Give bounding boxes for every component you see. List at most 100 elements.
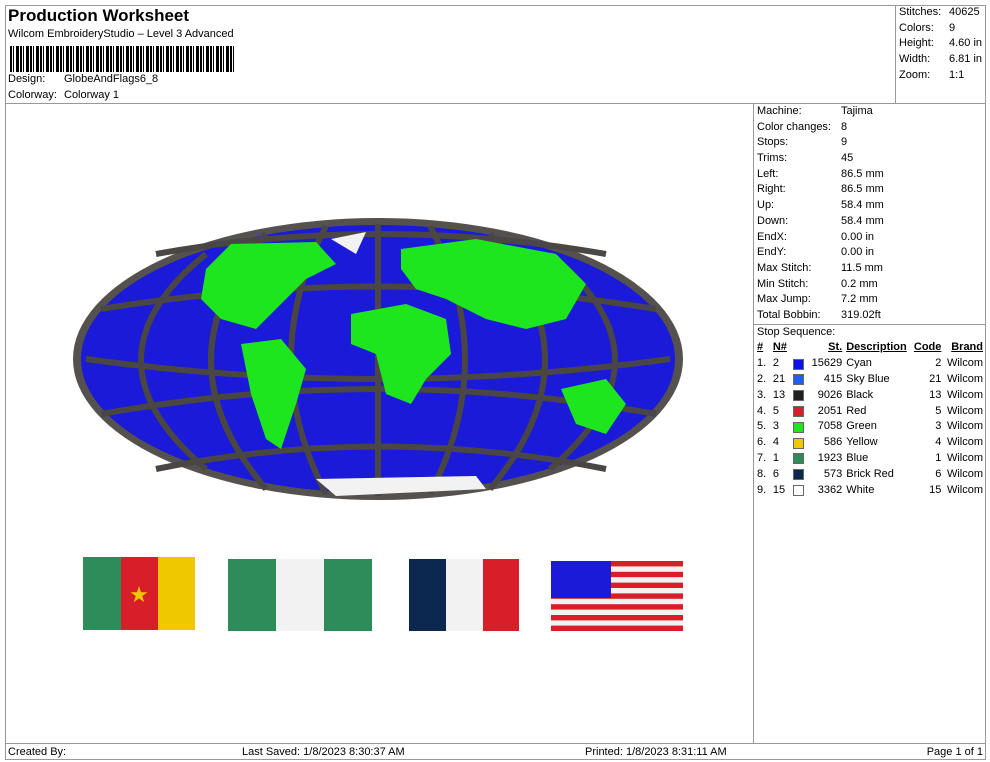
stat-row: Machine: Tajima — [757, 104, 983, 120]
stat-row: Colors: 9 — [899, 21, 983, 37]
needle-number: 13 — [772, 388, 786, 401]
thread-code: 1 — [935, 452, 942, 464]
stat-row: Height: 4.60 in — [899, 36, 983, 52]
stop-index: 2. — [757, 373, 767, 386]
machine-stats: Machine: Tajima Color changes: 8 Stops: 9 Trim… — [754, 104, 986, 325]
stat-value: 45 — [841, 152, 854, 165]
thread-code: 5 — [935, 404, 942, 417]
stitch-count: 7058 — [817, 420, 843, 433]
stat-value: 0.00 in — [841, 230, 875, 243]
needle-number: 15 — [772, 483, 786, 496]
color-description: Blue — [846, 452, 869, 464]
colorway-label: Colorway: — [8, 89, 57, 101]
last-saved: Last Saved: 1/8/2023 8:30:37 AM — [242, 746, 405, 758]
stat-label: Width: — [899, 53, 931, 66]
stitch-count: 3362 — [817, 483, 843, 496]
stat-row: Trims: 45 — [757, 151, 983, 167]
stat-label: Total Bobbin: — [757, 308, 821, 321]
thread-brand: Wilcom — [946, 436, 983, 449]
stitch-count: 15629 — [811, 357, 843, 370]
stat-label: EndX: — [757, 230, 787, 243]
needle-number: 1 — [772, 452, 779, 464]
stop-row: 3. 13 9026 Black 13 Wilcom — [757, 388, 983, 404]
stat-label: Up: — [757, 199, 775, 212]
color-description: Cyan — [846, 357, 872, 370]
stat-label: EndY: — [757, 246, 787, 259]
color-description: Sky Blue — [846, 373, 890, 386]
footer: Created By: Last Saved: 1/8/2023 8:30:37… — [5, 743, 986, 760]
stop-row: 5. 3 7058 Green 3 Wilcom — [757, 419, 983, 435]
stat-row: Stitches: 40625 — [899, 5, 983, 21]
stat-label: Color changes: — [757, 120, 831, 133]
stat-value: Tajima — [841, 105, 873, 117]
stat-label: Max Stitch: — [757, 261, 812, 274]
needle-number: 3 — [772, 420, 779, 433]
stop-index: 5. — [757, 420, 767, 433]
thread-code: 13 — [929, 388, 942, 401]
color-swatch — [792, 406, 804, 417]
stat-label: Down: — [757, 214, 789, 227]
stitch-count: 1923 — [817, 452, 843, 464]
stop-row: 4. 5 2051 Red 5 Wilcom — [757, 404, 983, 420]
stat-value: 58.4 mm — [841, 214, 884, 227]
stat-value: 0.00 in — [841, 246, 875, 259]
header: Production Worksheet Wilcom EmbroiderySt… — [5, 5, 895, 104]
stat-row: Left: 86.5 mm — [757, 167, 983, 183]
design-row: Design: GlobeAndFlags6_8 — [8, 73, 158, 85]
stat-row: Stops: 9 — [757, 135, 983, 151]
stop-sequence-header: # N# St. Description Code Brand — [757, 340, 983, 356]
thread-code: 3 — [935, 420, 942, 433]
thread-code: 4 — [935, 436, 942, 449]
stat-value: 319.02ft — [841, 308, 881, 321]
stat-label: Trims: — [757, 152, 788, 165]
color-swatch — [792, 453, 804, 465]
col-description: Description — [846, 341, 907, 354]
stat-row: Down: 58.4 mm — [757, 214, 983, 230]
thread-brand: Wilcom — [946, 452, 983, 464]
thread-brand: Wilcom — [946, 357, 983, 370]
color-description: White — [846, 483, 875, 496]
stitch-count: 573 — [823, 467, 843, 480]
thread-brand: Wilcom — [946, 404, 983, 417]
thread-code: 21 — [929, 373, 942, 386]
color-description: Brick Red — [846, 467, 894, 480]
color-description: Black — [846, 388, 874, 401]
flag-usa — [551, 561, 683, 631]
stat-value: 4.60 in — [949, 37, 983, 50]
stat-value: 7.2 mm — [841, 293, 878, 306]
stat-row: Color changes: 8 — [757, 120, 983, 136]
created-by: Created By: — [8, 746, 67, 758]
printed-date: Printed: 1/8/2023 8:31:11 AM — [585, 746, 727, 758]
color-description: Yellow — [846, 436, 878, 449]
stat-value: 9 — [841, 136, 848, 149]
stat-label: Max Jump: — [757, 293, 811, 306]
stats-panel: Machine: Tajima Color changes: 8 Stops: 9 Trim… — [753, 104, 986, 743]
thread-brand: Wilcom — [946, 483, 983, 496]
stop-row: 6. 4 586 Yellow 4 Wilcom — [757, 435, 983, 451]
stat-row: Right: 86.5 mm — [757, 182, 983, 198]
design-preview: ★ — [6, 104, 753, 743]
col-needle: N# — [772, 341, 787, 354]
barcode — [10, 46, 236, 72]
stop-index: 6. — [757, 436, 767, 449]
stop-sequence-title: Stop Sequence: — [757, 325, 836, 338]
stop-sequence: Stop Sequence: # N# St. Description Code… — [754, 325, 986, 499]
stat-value: 40625 — [949, 6, 980, 18]
needle-number: 4 — [772, 436, 779, 449]
stop-index: 3. — [757, 388, 767, 401]
needle-number: 5 — [772, 404, 779, 417]
stat-label: Zoom: — [899, 68, 931, 81]
page-title: Production Worksheet — [8, 6, 190, 25]
thread-brand: Wilcom — [946, 388, 983, 401]
stat-row: Max Jump: 7.2 mm — [757, 292, 983, 308]
color-swatch — [792, 374, 804, 386]
flag-france — [409, 559, 519, 631]
summary-box: Stitches: 40625 Colors: 9 Height: 4.60 in Widt… — [895, 5, 986, 104]
stat-value: 9 — [949, 21, 956, 34]
thread-code: 6 — [935, 467, 942, 480]
stop-row: 8. 6 573 Brick Red 6 Wilcom — [757, 467, 983, 483]
color-swatch — [792, 437, 804, 449]
needle-number: 6 — [772, 467, 779, 480]
stop-index: 4. — [757, 404, 767, 417]
globe — [73, 218, 683, 500]
